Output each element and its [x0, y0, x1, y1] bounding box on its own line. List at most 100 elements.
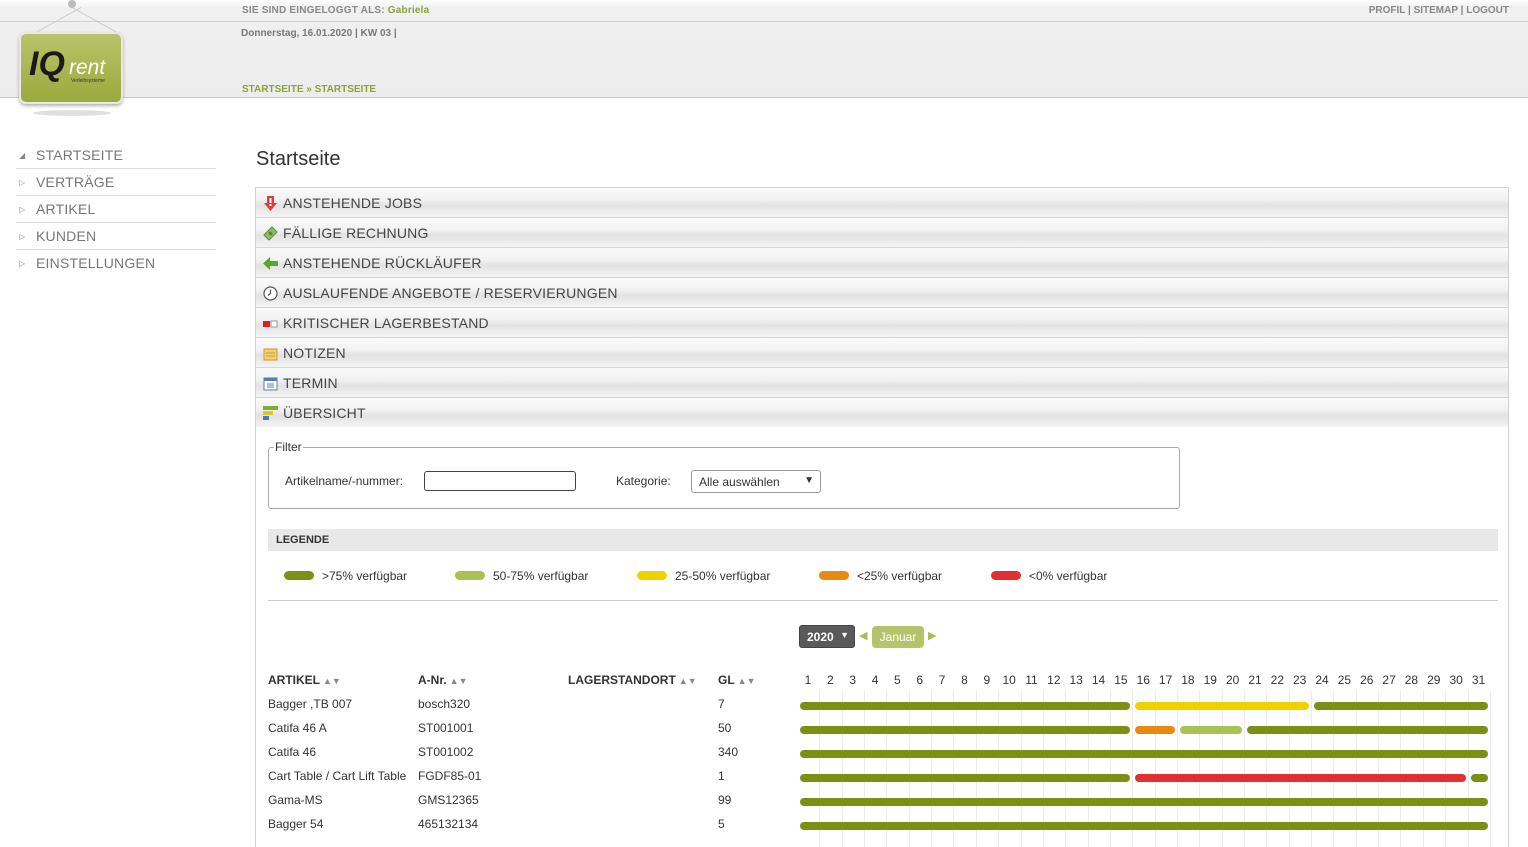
column-header-label: ARTIKEL [268, 673, 320, 687]
accordion-anstehende-jobs[interactable]: ANSTEHENDE JOBS [256, 187, 1508, 217]
availability-bar[interactable] [800, 798, 1488, 806]
alert-down-icon [264, 196, 277, 211]
sort-icon: ▲▼ [323, 676, 341, 686]
logo-string [37, 7, 82, 33]
accordion-kritischer-lagerbestand[interactable]: KRITISCHER LAGERBESTAND [256, 307, 1508, 337]
accordion-termin[interactable]: TERMIN [256, 367, 1508, 397]
availability-bar[interactable] [800, 726, 1131, 734]
column-header-label: A-Nr. [418, 673, 447, 687]
logo-shadow [33, 110, 111, 116]
top-links: PROFIL | SITEMAP | LOGOUT [1368, 5, 1509, 16]
accordion-auslaufende-angebote[interactable]: AUSLAUFENDE ANGEBOTE / RESERVIERUNGEN [256, 277, 1508, 307]
availability-bar[interactable] [1135, 702, 1310, 710]
column-header-gl[interactable]: GL ▲▼ [718, 673, 756, 687]
logo[interactable]: IQ rent Verleihsysteme [19, 0, 125, 120]
profile-link[interactable]: PROFIL [1369, 5, 1405, 16]
calendar-day: 31 [1471, 673, 1486, 687]
legend-swatch [991, 571, 1021, 580]
logo-main-text: IQ [29, 45, 65, 83]
calendar-day: 21 [1248, 673, 1262, 687]
breadcrumb-item-home[interactable]: STARTSEITE [242, 84, 303, 95]
sitemap-link[interactable]: SITEMAP [1414, 5, 1458, 16]
calendar-day: 9 [983, 673, 991, 687]
money-icon [263, 226, 278, 241]
accordion-label: ANSTEHENDE JOBS [283, 195, 423, 211]
collapsed-triangle-icon: ▷ [19, 205, 26, 214]
sidebar-item-vertraege[interactable]: ▷ VERTRÄGE [16, 169, 216, 196]
year-select[interactable]: 2020 ▼ [799, 625, 855, 648]
category-select[interactable]: Alle auswählen ▼ [691, 470, 821, 493]
chevron-down-icon: ▼ [840, 630, 849, 640]
calendar-day: 8 [961, 673, 968, 687]
logout-link[interactable]: LOGOUT [1466, 5, 1509, 16]
calendar-day: 7 [938, 673, 946, 687]
calendar-day: 16 [1136, 673, 1150, 687]
column-header-number[interactable]: A-Nr. ▲▼ [418, 673, 468, 687]
article-search-input[interactable] [424, 471, 576, 491]
sidebar-item-label: KUNDEN [36, 228, 97, 244]
next-month-button[interactable]: ▶ [928, 629, 936, 642]
chevron-down-icon: ▼ [804, 475, 814, 486]
legend-title: LEGENDE [276, 534, 330, 546]
article-filter-label: Artikelname/-nummer: [285, 474, 404, 488]
filter-fieldset: Filter Artikelname/-nummer: Kategorie: A… [268, 440, 1180, 509]
availability-bar[interactable] [1135, 774, 1466, 782]
availability-bar[interactable] [1247, 726, 1488, 734]
accordion-label: AUSLAUFENDE ANGEBOTE / RESERVIERUNGEN [283, 285, 618, 301]
availability-bar[interactable] [1135, 726, 1175, 734]
calendar-day: 30 [1449, 673, 1463, 687]
table-row[interactable]: Bagger 54 465132134 5 [256, 817, 1496, 841]
header-divider [0, 21, 1528, 22]
page-title: Startseite [256, 148, 341, 170]
calendar-icon [263, 377, 278, 391]
logo-sign: IQ rent Verleihsysteme [19, 32, 123, 104]
article-cell: Bagger 54 [268, 817, 324, 831]
table-row[interactable]: Catifa 46 ST001002 340 [256, 745, 1496, 769]
calendar-day: 14 [1091, 673, 1106, 687]
calendar-day: 26 [1360, 673, 1374, 687]
category-filter-label: Kategorie: [616, 474, 671, 488]
sort-icon: ▲▼ [449, 676, 468, 686]
availability-bar[interactable] [800, 822, 1488, 830]
table-row[interactable]: Cart Table / Cart Lift Table FGDF85-01 1 [256, 769, 1496, 793]
sidebar-item-einstellungen[interactable]: ▷ EINSTELLUNGEN [16, 250, 216, 277]
month-button[interactable]: Januar [872, 626, 924, 648]
column-header-article[interactable]: ARTIKEL ▲▼ [268, 673, 341, 687]
sidebar-item-artikel[interactable]: ▷ ARTIKEL [16, 196, 216, 223]
previous-month-button[interactable]: ◀ [859, 629, 867, 642]
availability-bar[interactable] [1470, 774, 1488, 782]
legend-label: >75% verfügbar [322, 569, 408, 583]
expanded-triangle-icon: ◢ [19, 151, 26, 160]
availability-bar[interactable] [800, 774, 1131, 782]
breadcrumb-item-current[interactable]: STARTSEITE [315, 84, 376, 95]
accordion-label: KRITISCHER LAGERBESTAND [283, 315, 489, 331]
logo-sub-text: rent [69, 56, 106, 79]
gl-cell: 50 [718, 721, 732, 735]
article-cell: Catifa 46 [268, 745, 317, 759]
calendar-day: 18 [1181, 673, 1195, 687]
calendar-day: 11 [1025, 673, 1038, 687]
accordion-notizen[interactable]: NOTIZEN [256, 337, 1508, 367]
accordion-uebersicht[interactable]: ÜBERSICHT [256, 397, 1508, 427]
collapsed-triangle-icon: ▷ [19, 178, 26, 187]
availability-bar[interactable] [1179, 726, 1242, 734]
sidebar-item-label: VERTRÄGE [36, 174, 115, 190]
sidebar-item-kunden[interactable]: ▷ KUNDEN [16, 223, 216, 250]
column-header-location[interactable]: LAGERSTANDORT ▲▼ [568, 673, 697, 687]
calendar-day: 25 [1337, 673, 1352, 687]
sidebar-item-startseite[interactable]: ◢ STARTSEITE [16, 142, 216, 169]
legend-swatch [284, 571, 314, 580]
accordion-faellige-rechnung[interactable]: FÄLLIGE RECHNUNG [256, 217, 1508, 247]
dashboard-panel: ANSTEHENDE JOBS FÄLLIGE RECHNUNG ANSTEHE… [255, 187, 1509, 847]
availability-bar[interactable] [800, 750, 1488, 758]
clock-icon [263, 286, 278, 301]
table-row[interactable]: Catifa 46 A ST001001 50 [256, 721, 1496, 745]
logo-tagline: Verleihsysteme [71, 78, 105, 84]
table-row[interactable]: Gama-MS GMS12365 99 [256, 793, 1496, 817]
availability-bar[interactable] [1314, 702, 1488, 710]
availability-bar[interactable] [800, 702, 1131, 710]
accordion-label: FÄLLIGE RECHNUNG [283, 225, 429, 241]
table-row[interactable]: Bagger ,TB 007 bosch320 7 [256, 697, 1496, 721]
accordion-anstehende-ruecklaeufer[interactable]: ANSTEHENDE RÜCKLÄUFER [256, 247, 1508, 277]
article-cell: Bagger ,TB 007 [268, 697, 353, 711]
